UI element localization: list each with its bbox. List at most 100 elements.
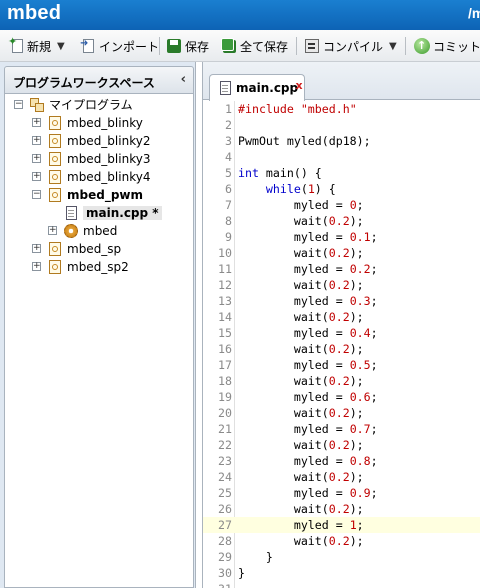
tree-item-mbed-pwm[interactable]: mbed_pwm	[47, 186, 143, 203]
compile-icon	[304, 38, 320, 54]
line-number: 1	[225, 102, 232, 116]
code-text: wait(0.2);	[238, 278, 364, 292]
expand-toggle-icon[interactable]: +	[32, 244, 41, 253]
expand-toggle-icon[interactable]: +	[32, 172, 41, 181]
tree-item-mbed-blinky4[interactable]: mbed_blinky4	[47, 168, 150, 185]
tree-item-label: mbed_blinky2	[67, 133, 151, 148]
code-text: myled = 0.6;	[238, 390, 378, 404]
new-button[interactable]: ✦ 新規 ▼	[8, 35, 65, 56]
user-link[interactable]: /m	[468, 5, 480, 21]
expand-toggle-icon[interactable]: +	[32, 136, 41, 145]
code-line: 26 wait(0.2);	[203, 501, 480, 517]
workspace-panel: プログラムワークスペース ‹ − マイプログラム + mbed_blinky +…	[0, 62, 196, 588]
code-editor[interactable]: 1 #include "mbed.h" 2 3 PwmOut myled(dp18); 4…	[203, 101, 480, 588]
program-icon	[47, 151, 63, 167]
line-number: 5	[225, 166, 232, 180]
save-button[interactable]: 保存	[166, 36, 209, 56]
code-text: wait(0.2);	[238, 406, 364, 420]
tree-item-label: main.cpp *	[83, 205, 162, 220]
chevron-down-icon[interactable]: ▼	[57, 41, 65, 52]
expand-toggle-icon[interactable]: +	[32, 262, 41, 271]
program-icon	[47, 187, 63, 203]
tree-root-my-programs[interactable]: マイプログラム	[29, 96, 133, 113]
expand-toggle-icon[interactable]: +	[32, 118, 41, 127]
line-number: 31	[203, 581, 232, 588]
code-text: wait(0.2);	[238, 502, 364, 516]
tree-item-label: mbed_blinky4	[67, 169, 151, 184]
line-number: 2	[225, 118, 232, 132]
line-number: 26	[218, 502, 232, 516]
line-number: 6	[225, 182, 232, 196]
workspace-panel-header: プログラムワークスペース ‹	[4, 66, 194, 94]
code-text: }	[238, 566, 245, 580]
chevron-down-icon[interactable]: ▼	[389, 41, 397, 52]
line-number: 18	[218, 374, 232, 388]
code-line: 19 myled = 0.6;	[203, 389, 480, 405]
code-line: 31	[203, 581, 480, 588]
expand-toggle-icon[interactable]: +	[48, 226, 57, 235]
tree-item-mbed-sp[interactable]: mbed_sp	[47, 240, 121, 257]
commit-button[interactable]: ↑ コミット	[414, 36, 480, 56]
tree-item-label: mbed_pwm	[67, 187, 144, 202]
toolbar: ✦ 新規 ▼ ➜ インポート 保存 全て保存 コンパイル ▼ ↑ コミット	[0, 30, 480, 62]
code-line: 4	[203, 149, 480, 165]
code-text: wait(0.2);	[238, 342, 364, 356]
code-line: 24 wait(0.2);	[203, 469, 480, 485]
tree-item-label: mbed_blinky	[67, 115, 143, 130]
line-number: 12	[218, 278, 232, 292]
expand-toggle-icon[interactable]: +	[32, 154, 41, 163]
line-number: 27	[218, 518, 232, 532]
tree-item-mbed-blinky[interactable]: mbed_blinky	[47, 114, 143, 131]
library-gear-icon	[63, 223, 79, 239]
program-icon	[47, 115, 63, 131]
tree-item-label: mbed_sp2	[67, 259, 129, 274]
code-text: myled = 1;	[238, 518, 364, 532]
code-line: 10 wait(0.2);	[203, 245, 480, 261]
line-number: 16	[218, 342, 232, 356]
tree-item-mbed-blinky3[interactable]: mbed_blinky3	[47, 150, 150, 167]
code-text: int main() {	[238, 166, 322, 180]
collapse-toggle-icon[interactable]: −	[14, 100, 23, 109]
code-line: 17 myled = 0.5;	[203, 357, 480, 373]
tree-item-mbed-library[interactable]: mbed	[63, 222, 117, 239]
save-all-icon	[221, 38, 237, 54]
compile-button-label: コンパイル	[323, 39, 384, 54]
import-button[interactable]: ➜ インポート	[80, 36, 159, 56]
code-line: 28 wait(0.2);	[203, 533, 480, 549]
collapse-panel-icon[interactable]: ‹	[181, 72, 186, 87]
code-line: 12 wait(0.2);	[203, 277, 480, 293]
code-text: wait(0.2);	[238, 374, 364, 388]
code-line: 8 wait(0.2);	[203, 213, 480, 229]
code-line: 23 myled = 0.8;	[203, 453, 480, 469]
commit-button-label: コミット	[433, 39, 480, 54]
code-text: myled = 0.5;	[238, 358, 378, 372]
commit-icon: ↑	[414, 38, 430, 54]
line-number: 21	[218, 422, 232, 436]
compile-button[interactable]: コンパイル ▼	[304, 36, 397, 56]
code-line: 2	[203, 117, 480, 133]
save-button-label: 保存	[185, 39, 210, 54]
tab-main-cpp[interactable]: main.cpp x	[209, 74, 305, 101]
line-number: 15	[218, 326, 232, 340]
workspace-panel-title: プログラムワークスペース	[13, 76, 155, 90]
collapse-toggle-icon[interactable]: −	[32, 190, 41, 199]
close-tab-icon[interactable]: x	[293, 79, 305, 92]
line-number: 3	[225, 134, 232, 148]
import-button-label: インポート	[99, 39, 160, 54]
program-tree: − マイプログラム + mbed_blinky + mbed_blinky2 +…	[4, 94, 194, 588]
tree-item-main-cpp[interactable]: main.cpp *	[63, 204, 162, 221]
code-text: myled = 0.2;	[238, 262, 378, 276]
import-icon: ➜	[80, 38, 96, 54]
code-line: 27 myled = 1;	[203, 517, 480, 533]
code-text: }	[238, 550, 273, 564]
code-text: wait(0.2);	[238, 438, 364, 452]
code-text: myled = 0.8;	[238, 454, 378, 468]
code-line: 11 myled = 0.2;	[203, 261, 480, 277]
code-text: wait(0.2);	[238, 214, 364, 228]
tree-item-mbed-sp2[interactable]: mbed_sp2	[47, 258, 129, 275]
tree-item-mbed-blinky2[interactable]: mbed_blinky2	[47, 132, 150, 149]
save-all-button[interactable]: 全て保存	[221, 36, 288, 56]
line-number: 10	[218, 246, 232, 260]
code-text: myled = 0.7;	[238, 422, 378, 436]
code-line: 3 PwmOut myled(dp18);	[203, 133, 480, 149]
